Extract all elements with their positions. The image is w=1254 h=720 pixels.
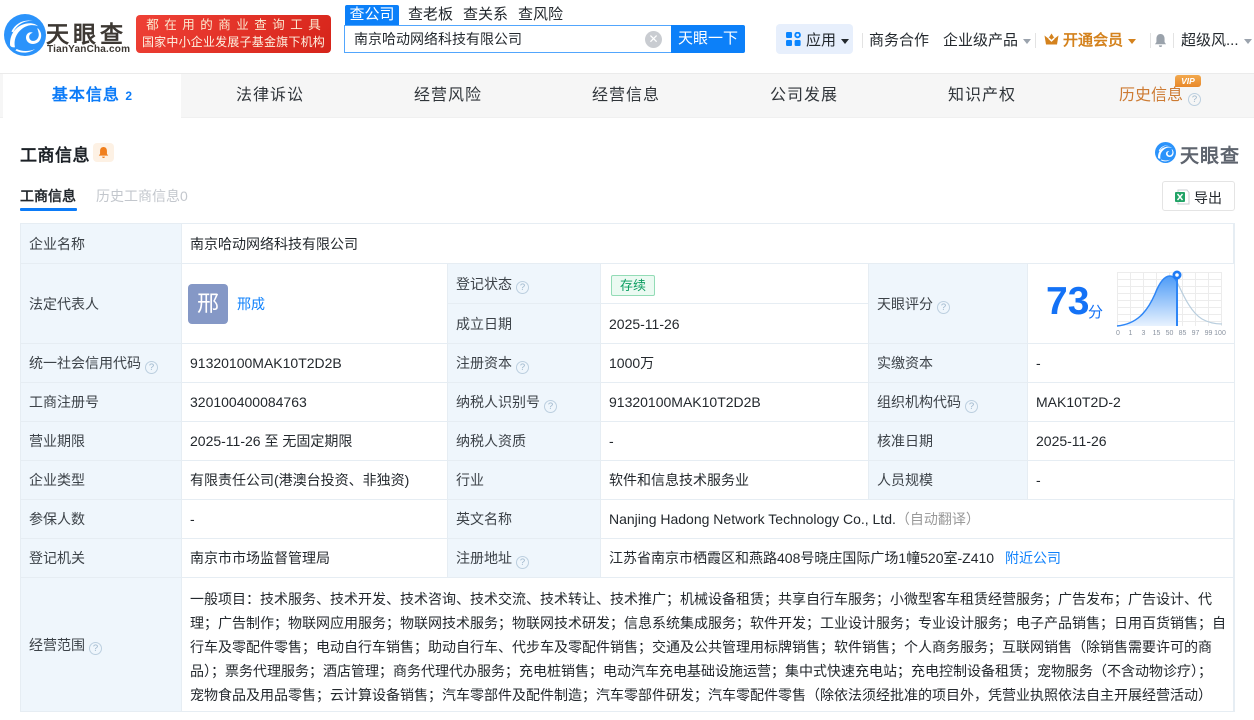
svg-text:15: 15	[1153, 330, 1161, 337]
svg-text:1: 1	[1129, 330, 1133, 337]
svg-text:97: 97	[1192, 330, 1200, 337]
svg-text:100: 100	[1214, 330, 1226, 337]
svg-text:99: 99	[1205, 330, 1213, 337]
svg-text:85: 85	[1179, 330, 1187, 337]
svg-text:50: 50	[1166, 330, 1174, 337]
svg-text:0: 0	[1116, 330, 1120, 337]
svg-text:3: 3	[1142, 330, 1146, 337]
